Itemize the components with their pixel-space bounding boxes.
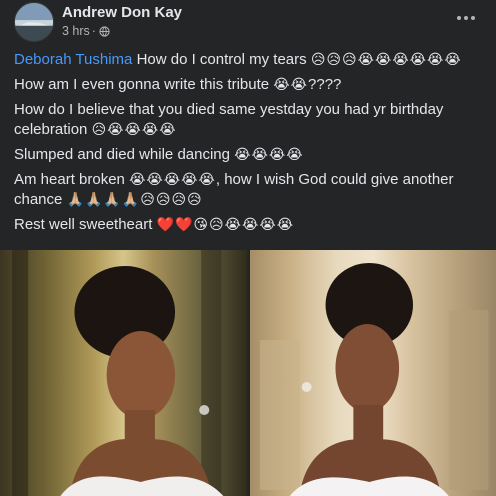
portrait-left-image bbox=[12, 250, 224, 496]
line5-emoji: 😭😭😭😭😭 bbox=[129, 172, 216, 188]
mention-link[interactable]: Deborah Tushima bbox=[14, 51, 132, 68]
line4-emoji: 😭😭😭😭 bbox=[234, 147, 304, 163]
globe-icon bbox=[99, 25, 110, 37]
post-header: Andrew Don Kay 3 hrs · bbox=[0, 0, 496, 46]
post-line-4: Slumped and died while dancing 😭😭😭😭 bbox=[14, 145, 484, 165]
post-line-6: Rest well sweetheart ❤️❤️😘😥😭😭😭😭 bbox=[14, 215, 484, 235]
line3-emoji: 😥😭😭😭😭 bbox=[91, 122, 177, 138]
line2-text: How am I even gonna write this tribute bbox=[14, 76, 274, 93]
line1-emoji: 😥😥😥😭😭😭😭😭😭 bbox=[310, 52, 462, 68]
post-time[interactable]: 3 hrs bbox=[62, 24, 90, 38]
portrait-right-image bbox=[259, 263, 489, 496]
post-line-3: How do I believe that you died same yest… bbox=[14, 100, 484, 140]
line5-text: Am heart broken bbox=[14, 171, 130, 188]
post-line-1: Deborah Tushima How do I control my tear… bbox=[14, 50, 484, 70]
more-options-icon[interactable] bbox=[454, 8, 478, 28]
post-meta: 3 hrs · bbox=[62, 24, 110, 38]
author-avatar[interactable] bbox=[14, 2, 54, 42]
photo-portrait-left[interactable] bbox=[0, 250, 247, 496]
line3-text: How do I believe that you died same yest… bbox=[14, 101, 444, 138]
line6-text: Rest well sweetheart bbox=[14, 216, 157, 233]
post-line-2: How am I even gonna write this tribute 😭… bbox=[14, 75, 484, 95]
line2-tail: ???? bbox=[308, 76, 342, 93]
line4-text: Slumped and died while dancing bbox=[14, 146, 235, 163]
line6-emoji: ❤️❤️😘😥😭😭😭😭 bbox=[156, 217, 295, 233]
meta-separator: · bbox=[91, 24, 96, 38]
author-name[interactable]: Andrew Don Kay bbox=[62, 4, 182, 21]
post-line-5: Am heart broken 😭😭😭😭😭, how I wish God co… bbox=[14, 170, 484, 210]
line5-emoji2: 🙏🏼🙏🏼🙏🏼🙏🏼😥😥😥😥 bbox=[66, 192, 203, 208]
post-body: Deborah Tushima How do I control my tear… bbox=[14, 50, 484, 240]
avatar-image bbox=[15, 3, 53, 41]
photo-grid bbox=[0, 250, 496, 496]
line2-emoji: 😭😭 bbox=[273, 77, 309, 93]
photo-portrait-right[interactable] bbox=[249, 250, 496, 496]
line1-text: How do I control my tears bbox=[132, 51, 311, 68]
